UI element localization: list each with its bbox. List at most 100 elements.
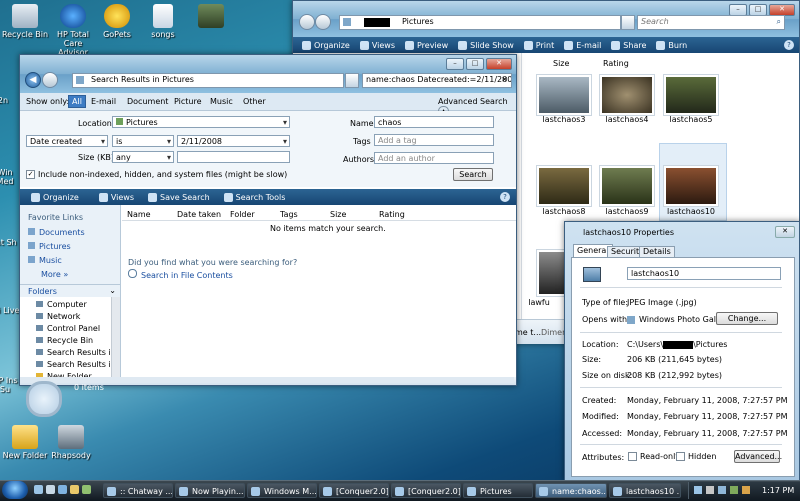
column-header-date-taken[interactable]: Date taken <box>177 210 221 219</box>
slideshow-button[interactable]: Slide Show <box>453 37 519 53</box>
tags-input[interactable]: Add a tag <box>374 134 494 146</box>
favorite-pictures[interactable]: Pictures <box>28 242 71 251</box>
favorite-music[interactable]: Music <box>28 256 62 265</box>
include-hidden-checkbox[interactable]: ✓ Include non-indexed, hidden, and system… <box>26 170 287 179</box>
tray-icon[interactable] <box>742 486 750 494</box>
print-button[interactable]: Print <box>519 37 559 53</box>
desktop-icon-hp-total-care[interactable]: HP Total Care Advisor <box>48 4 98 57</box>
taskbar-button-conquer-2[interactable]: [Conquer2.0] <box>391 483 461 498</box>
change-button[interactable]: Change... <box>716 312 778 325</box>
filter-email[interactable]: E-mail <box>91 97 116 106</box>
tree-item-recycle-bin[interactable]: Recycle Bin <box>36 336 93 345</box>
thumbnail-lastchaos9[interactable] <box>599 165 655 207</box>
maximize-button[interactable]: □ <box>466 58 484 70</box>
network-icon[interactable] <box>730 486 738 494</box>
desktop-icon-songs[interactable]: songs <box>138 4 188 39</box>
thumbnail-label[interactable]: lastchaos3 <box>529 115 599 124</box>
taskbar-button-search[interactable]: name:chaos... <box>535 483 607 498</box>
folders-header[interactable]: Folders ⌄ <box>20 284 120 297</box>
filter-other[interactable]: Other <box>243 97 266 106</box>
thumbnail-lastchaos10[interactable] <box>663 165 719 207</box>
back-button[interactable]: ◀ <box>25 72 41 88</box>
filter-document[interactable]: Document <box>127 97 168 106</box>
desktop-icon-partial[interactable]: 2n <box>0 96 20 105</box>
filter-picture[interactable]: Picture <box>174 97 202 106</box>
start-button[interactable] <box>2 481 28 499</box>
desktop-icon-rhapsody[interactable]: Rhapsody <box>46 425 96 460</box>
name-input[interactable]: chaos <box>374 116 494 128</box>
views-button[interactable]: Views <box>94 189 139 205</box>
taskbar-button-now-playing[interactable]: Now Playin... <box>175 483 245 498</box>
thumbnail-label[interactable]: lastchaos8 <box>529 207 599 216</box>
column-header-rating[interactable]: Rating <box>379 210 405 219</box>
thumbnail-lastchaos3[interactable] <box>536 74 592 116</box>
close-button[interactable]: ✕ <box>486 58 512 70</box>
organize-button[interactable]: Organize <box>26 189 84 205</box>
quick-launch-icon[interactable] <box>46 485 55 494</box>
advanced-button[interactable]: Advanced... <box>734 450 782 463</box>
column-header-folder[interactable]: Folder <box>230 210 255 219</box>
column-header-tags[interactable]: Tags <box>280 210 298 219</box>
volume-icon[interactable] <box>718 486 726 494</box>
taskbar-button-properties[interactable]: lastchaos10 ... <box>609 483 681 498</box>
back-button[interactable] <box>299 14 315 30</box>
readonly-checkbox[interactable]: Read-only <box>628 452 680 461</box>
clear-search-icon[interactable]: ✕ <box>501 75 508 84</box>
tree-item-network[interactable]: Network <box>36 312 80 321</box>
address-segment[interactable]: Pictures <box>402 17 434 26</box>
authors-input[interactable]: Add an author <box>374 152 494 164</box>
preview-button[interactable]: Preview <box>400 37 453 53</box>
refresh-button[interactable] <box>345 73 359 88</box>
taskbar-button-chatway[interactable]: :: Chatway ... <box>103 483 173 498</box>
desktop-icon-recycle-bin[interactable]: Recycle Bin <box>0 4 50 39</box>
taskbar-button-conquer-1[interactable]: [Conquer2.0] <box>319 483 389 498</box>
filter-all[interactable]: All <box>68 95 86 108</box>
tree-item-search-results-p[interactable]: Search Results in P <box>36 360 110 369</box>
desktop-icon-image[interactable] <box>186 4 236 30</box>
filename-input[interactable]: lastchaos10 <box>627 267 781 280</box>
address-bar[interactable]: Pictures <box>339 15 621 30</box>
column-header-rating[interactable]: Rating <box>603 59 629 68</box>
tree-item-control-panel[interactable]: Control Panel <box>36 324 100 333</box>
minimize-button[interactable]: – <box>446 58 464 70</box>
favorite-more[interactable]: More » <box>41 270 68 279</box>
favorite-documents[interactable]: Documents <box>28 228 85 237</box>
quick-launch-icon[interactable] <box>82 485 91 494</box>
desktop-icon-gopets[interactable]: GoPets <box>92 4 142 39</box>
share-button[interactable]: Share <box>606 37 651 53</box>
date-operator-select[interactable]: is <box>112 135 174 148</box>
filter-music[interactable]: Music <box>210 97 233 106</box>
close-button[interactable]: ✕ <box>775 226 795 238</box>
save-search-button[interactable]: Save Search <box>143 189 215 205</box>
organize-button[interactable]: Organize <box>297 37 355 53</box>
tray-icon[interactable] <box>694 486 702 494</box>
clock[interactable]: 1:17 PM <box>762 486 794 495</box>
desktop-icon-new-folder[interactable]: New Folder <box>0 425 50 460</box>
forward-button[interactable] <box>315 14 331 30</box>
search-tools-button[interactable]: Search Tools <box>219 189 291 205</box>
thumbnail-lastchaos4[interactable] <box>599 74 655 116</box>
burn-button[interactable]: Burn <box>651 37 692 53</box>
forward-button[interactable] <box>42 72 58 88</box>
tray-icon[interactable] <box>706 486 714 494</box>
size-operator-select[interactable]: any <box>112 151 174 164</box>
search-input[interactable]: Search ⌕ <box>637 15 785 30</box>
thumbnail-label[interactable]: lastchaos5 <box>656 115 726 124</box>
column-header-name[interactable]: Name <box>127 210 151 219</box>
help-icon[interactable]: ? <box>784 40 794 50</box>
tree-item-search-results-e[interactable]: Search Results in E <box>36 348 110 357</box>
address-bar[interactable]: Search Results in Pictures <box>72 73 344 88</box>
location-select[interactable]: Pictures <box>112 116 290 129</box>
thumbnail-label[interactable]: lastchaos10 <box>656 207 726 216</box>
thumbnail-lastchaos5[interactable] <box>663 74 719 116</box>
help-icon[interactable]: ? <box>500 192 510 202</box>
column-header-size[interactable]: Size <box>553 59 569 68</box>
date-field-select[interactable]: Date created <box>26 135 108 148</box>
tab-details[interactable]: Details <box>639 246 675 257</box>
search-button[interactable]: Search <box>453 168 493 181</box>
column-header-size[interactable]: Size <box>330 210 346 219</box>
quick-launch-icon[interactable] <box>58 485 67 494</box>
views-button[interactable]: Views <box>355 37 400 53</box>
tree-scrollbar[interactable] <box>111 297 120 377</box>
search-query-input[interactable]: name:chaos Datecreated:=2/11/2008 ✕ <box>362 73 512 88</box>
